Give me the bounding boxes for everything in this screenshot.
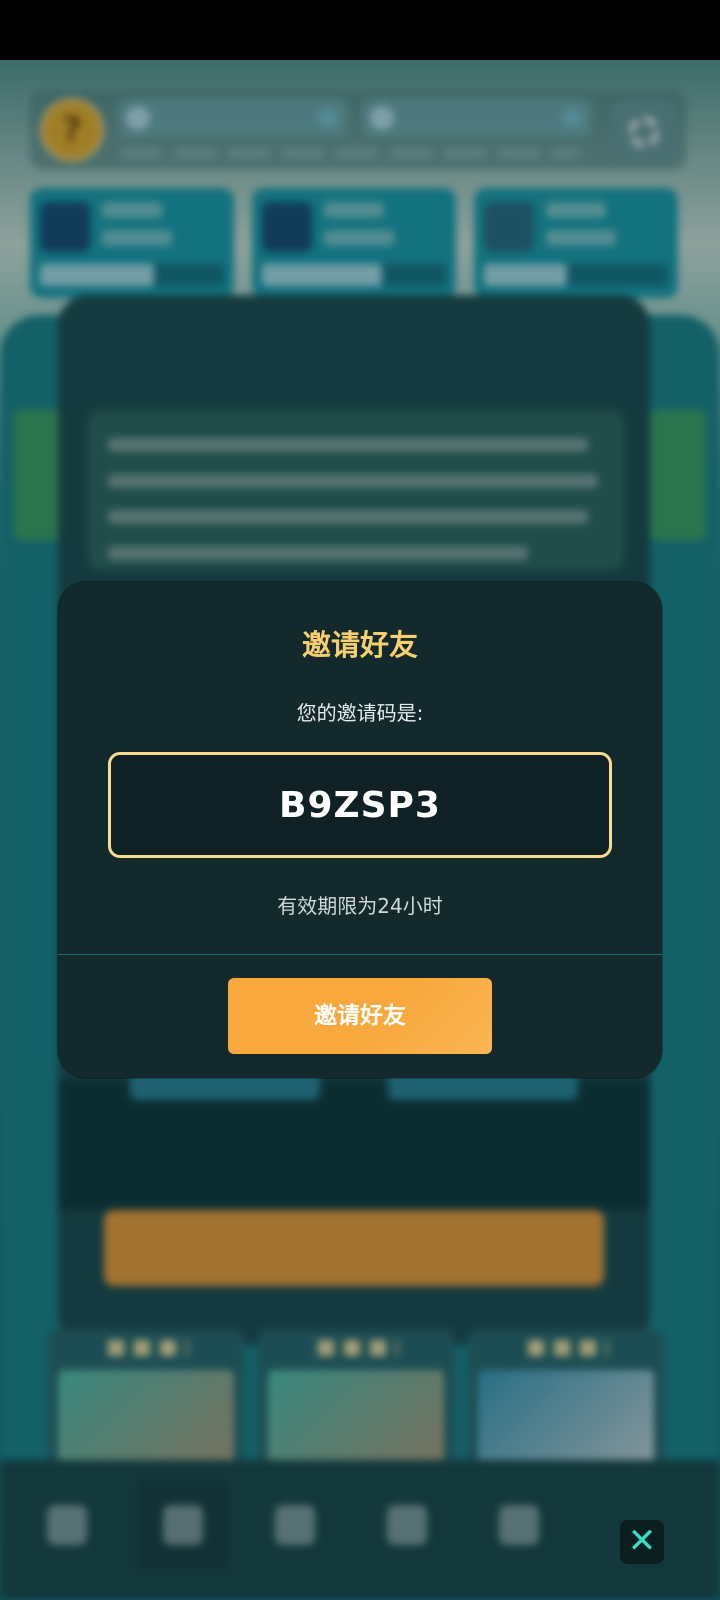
invite-code-prompt: 您的邀请码是: <box>296 701 424 725</box>
dialog-title: 邀请好友 <box>301 628 418 662</box>
close-icon[interactable]: ✕ <box>620 1520 664 1564</box>
status-bar <box>0 0 720 60</box>
invite-code[interactable]: B9ZSP3 <box>111 785 609 826</box>
invite-code-box[interactable]: B9ZSP3 <box>108 752 612 858</box>
validity-note: 有效期限为24小时 <box>277 894 443 918</box>
invite-friends-button[interactable]: 邀请好友 <box>228 978 492 1054</box>
divider <box>58 954 662 955</box>
invite-friends-dialog: 邀请好友 您的邀请码是: B9ZSP3 有效期限为24小时 邀请好友 <box>58 582 662 1078</box>
